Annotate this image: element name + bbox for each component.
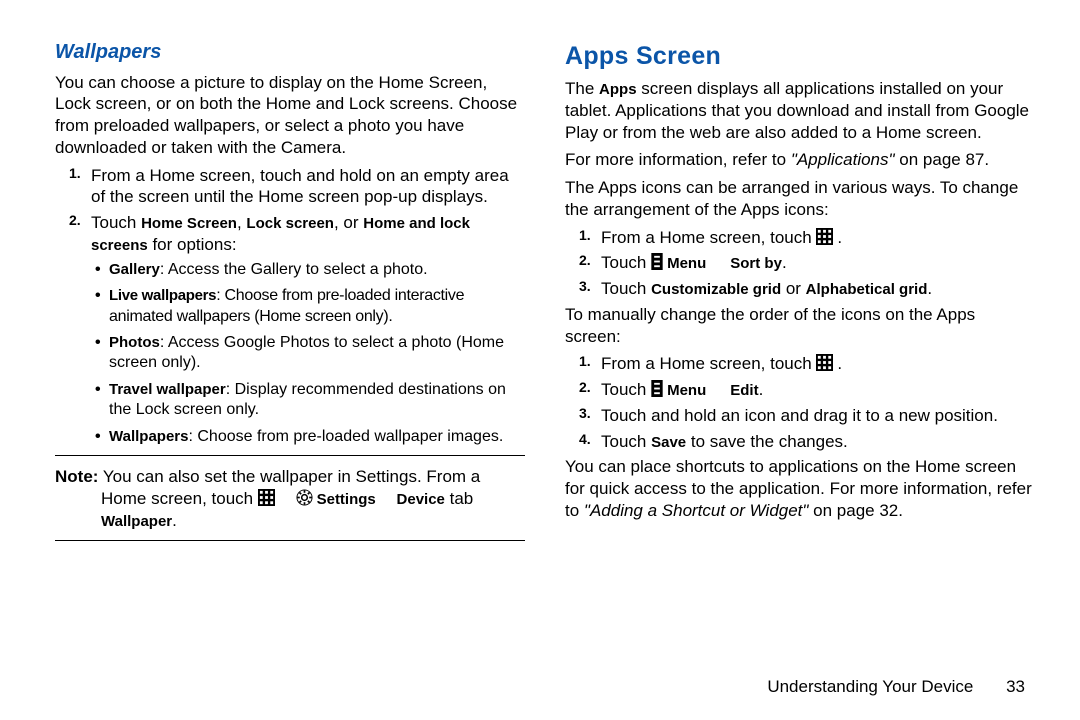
manual-page: Wallpapers You can choose a picture to d…	[0, 0, 1080, 720]
reorder-step-2: Touch MenuEdit.	[601, 379, 1035, 401]
apps-grid-icon	[258, 489, 275, 506]
reorder-steps: From a Home screen, touch . Touch MenuEd…	[565, 353, 1035, 452]
apps-screen-heading: Apps Screen	[565, 40, 1035, 72]
apps-p2: For more information, refer to "Applicat…	[565, 149, 1035, 171]
rule-bottom	[55, 540, 525, 541]
reorder-step-4: Touch Save to save the changes.	[601, 431, 1035, 453]
footer-section: Understanding Your Device	[767, 677, 973, 696]
note-label: Note:	[55, 467, 98, 486]
option-photos: Photos: Access Google Photos to select a…	[109, 333, 525, 374]
settings-gear-icon	[296, 489, 313, 506]
arrange-step-1: From a Home screen, touch .	[601, 227, 1035, 249]
arrange-steps: From a Home screen, touch . Touch MenuSo…	[565, 227, 1035, 300]
rule-top	[55, 455, 525, 456]
apps-p5: You can place shortcuts to applications …	[565, 456, 1035, 521]
option-gallery: Gallery: Access the Gallery to select a …	[109, 260, 525, 280]
apps-p3: The Apps icons can be arranged in variou…	[565, 177, 1035, 221]
wallpapers-heading: Wallpapers	[55, 40, 525, 66]
reorder-step-3: Touch and hold an icon and drag it to a …	[601, 405, 1035, 427]
apps-p4: To manually change the order of the icon…	[565, 304, 1035, 348]
option-wallpapers: Wallpapers: Choose from pre-loaded wallp…	[109, 427, 525, 447]
wallpapers-intro: You can choose a picture to display on t…	[55, 72, 525, 159]
page-footer: Understanding Your Device 33	[767, 676, 1025, 698]
option-travel: Travel wallpaper: Display recommended de…	[109, 380, 525, 421]
apps-p1: The Apps screen displays all application…	[565, 78, 1035, 143]
arrange-step-3: Touch Customizable grid or Alphabetical …	[601, 278, 1035, 300]
right-column: Apps Screen The Apps screen displays all…	[565, 40, 1035, 690]
arrange-step-2: Touch MenuSort by.	[601, 252, 1035, 274]
wallpaper-options: Gallery: Access the Gallery to select a …	[91, 260, 525, 448]
option-live: Live wallpapers: Choose from pre-loaded …	[109, 286, 525, 327]
apps-grid-icon	[816, 354, 833, 371]
reorder-step-1: From a Home screen, touch .	[601, 353, 1035, 375]
menu-icon	[651, 380, 663, 397]
step-2: Touch Home Screen, Lock screen, or Home …	[91, 212, 525, 447]
apps-grid-icon	[816, 228, 833, 245]
left-column: Wallpapers You can choose a picture to d…	[55, 40, 525, 690]
wallpapers-steps: From a Home screen, touch and hold on an…	[55, 165, 525, 448]
menu-icon	[651, 253, 663, 270]
footer-page-number: 33	[1006, 677, 1025, 696]
step-1: From a Home screen, touch and hold on an…	[91, 165, 525, 209]
note-block: Note: You can also set the wallpaper in …	[55, 466, 525, 531]
